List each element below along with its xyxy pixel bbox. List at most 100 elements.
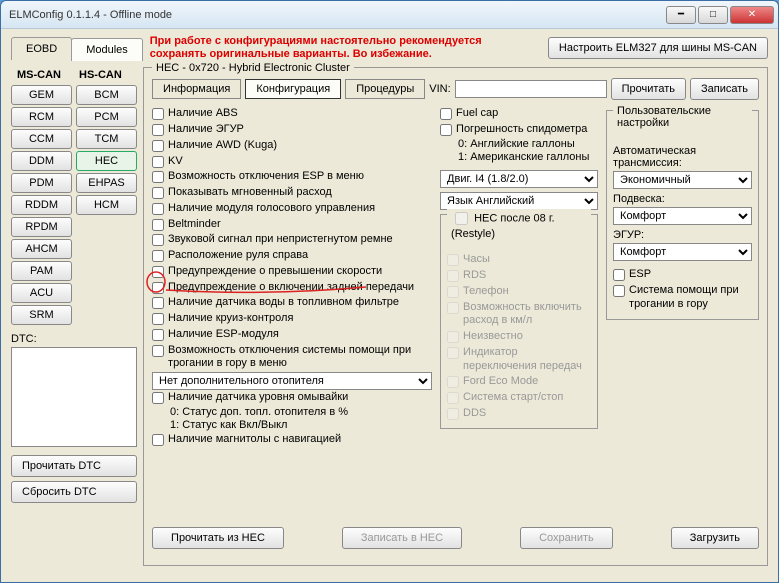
checkbox-option[interactable]: Beltminder	[152, 217, 432, 233]
module-ccm[interactable]: CCM	[11, 129, 72, 149]
module-rcm[interactable]: RCM	[11, 107, 72, 127]
checkbox	[447, 254, 459, 266]
restyle-checkbox[interactable]	[455, 212, 468, 225]
checkbox-option[interactable]: Возможность отключения ESP в меню	[152, 169, 432, 185]
window-title: ELMConfig 0.1.1.4 - Offline mode	[9, 9, 664, 21]
checkbox-label: Наличие датчика воды в топливном фильтре	[168, 296, 399, 310]
checkbox-option[interactable]: Наличие датчика воды в топливном фильтре	[152, 295, 432, 311]
checkbox-option[interactable]: Показывать мгновенный расход	[152, 185, 432, 201]
checkbox[interactable]	[152, 345, 164, 357]
info-text: 1: Американские галлоны	[440, 151, 598, 164]
checkbox-option[interactable]: Наличие модуля голосового управления	[152, 201, 432, 217]
checkbox[interactable]	[440, 124, 452, 136]
module-hec[interactable]: HEC	[76, 151, 137, 171]
checkbox-option[interactable]: Наличие ЭГУР	[152, 122, 432, 138]
checkbox[interactable]	[152, 108, 164, 120]
checkbox-option[interactable]: Система помощи при трогании в гору	[613, 283, 752, 313]
module-rddm[interactable]: RDDM	[11, 195, 72, 215]
module-pam[interactable]: PAM	[11, 261, 72, 281]
checkbox[interactable]	[152, 124, 164, 136]
checkbox[interactable]	[152, 434, 164, 446]
checkbox-label: Часы	[463, 253, 490, 267]
checkbox[interactable]	[152, 219, 164, 231]
checkbox-option[interactable]: Наличие ESP-модуля	[152, 327, 432, 343]
checkbox-option[interactable]: Расположение руля справа	[152, 248, 432, 264]
checkbox-label: DDS	[463, 407, 486, 421]
minimize-button[interactable]: ━	[666, 6, 696, 24]
checkbox[interactable]	[152, 392, 164, 404]
checkbox-option[interactable]: Предупреждение о превышении скорости	[152, 264, 432, 280]
clear-dtc-button[interactable]: Сбросить DTC	[11, 481, 137, 503]
checkbox-option[interactable]: Звуковой сигнал при непристегнутом ремне	[152, 232, 432, 248]
load-button[interactable]: Загрузить	[671, 527, 759, 549]
checkbox-option[interactable]: Fuel cap	[440, 106, 598, 122]
tab-modules[interactable]: Modules	[71, 38, 143, 61]
module-pdm[interactable]: PDM	[11, 173, 72, 193]
suspension-select[interactable]: Комфорт	[613, 207, 752, 225]
checkbox-label: Звуковой сигнал при непристегнутом ремне	[168, 233, 393, 247]
write-button[interactable]: Записать	[690, 78, 759, 100]
checkbox[interactable]	[152, 297, 164, 309]
checkbox[interactable]	[152, 250, 164, 262]
configure-elm-button[interactable]: Настроить ELM327 для шины MS-CAN	[548, 37, 768, 59]
checkbox[interactable]	[440, 108, 452, 120]
checkbox[interactable]	[152, 140, 164, 152]
egur-label: ЭГУР:	[613, 229, 752, 241]
module-group-title: HEC - 0x720 - Hybrid Electronic Cluster	[152, 62, 354, 74]
checkbox[interactable]	[152, 282, 164, 294]
dtc-list[interactable]	[11, 347, 137, 447]
transmission-select[interactable]: Экономичный	[613, 171, 752, 189]
checkbox-option[interactable]: Наличие магнитолы с навигацией	[152, 432, 432, 448]
module-ddm[interactable]: DDM	[11, 151, 72, 171]
checkbox[interactable]	[152, 313, 164, 325]
module-bcm[interactable]: BCM	[76, 85, 137, 105]
checkbox-option[interactable]: Предупреждение о включении задней переда…	[152, 280, 432, 296]
maximize-button[interactable]: □	[698, 6, 728, 24]
language-select[interactable]: Язык Английский	[440, 192, 598, 210]
module-srm[interactable]: SRM	[11, 305, 72, 325]
checkbox[interactable]	[152, 203, 164, 215]
checkbox-label: Наличие ЭГУР	[168, 123, 244, 137]
module-rpdm[interactable]: RPDM	[11, 217, 72, 237]
read-button[interactable]: Прочитать	[611, 78, 686, 100]
checkbox-option[interactable]: KV	[152, 154, 432, 170]
checkbox-option[interactable]: ESP	[613, 267, 752, 283]
module-tcm[interactable]: TCM	[76, 129, 137, 149]
read-from-hec-button[interactable]: Прочитать из HEC	[152, 527, 284, 549]
checkbox	[447, 392, 459, 404]
checkbox-option[interactable]: Погрешность спидометра	[440, 122, 598, 138]
module-ehpas[interactable]: EHPAS	[76, 173, 137, 193]
checkbox-label: Телефон	[463, 285, 509, 299]
module-hcm[interactable]: HCM	[76, 195, 137, 215]
checkbox-label: Наличие ABS	[168, 107, 238, 121]
egur-select[interactable]: Комфорт	[613, 243, 752, 261]
module-ahcm[interactable]: AHCM	[11, 239, 72, 259]
checkbox-option[interactable]: Наличие AWD (Kuga)	[152, 138, 432, 154]
checkbox[interactable]	[152, 234, 164, 246]
module-gem[interactable]: GEM	[11, 85, 72, 105]
subtab-info[interactable]: Информация	[152, 79, 241, 99]
vin-input[interactable]	[455, 80, 607, 98]
checkbox[interactable]	[152, 266, 164, 278]
module-pcm[interactable]: PCM	[76, 107, 137, 127]
checkbox-option[interactable]: Возможность отключения системы помощи пр…	[152, 343, 432, 373]
checkbox[interactable]	[613, 269, 625, 281]
checkbox-option[interactable]: Наличие датчика уровня омывайки	[152, 390, 432, 406]
subtab-config[interactable]: Конфигурация	[245, 79, 341, 99]
checkbox[interactable]	[152, 187, 164, 199]
heater-select[interactable]: Нет дополнительного отопителя	[152, 372, 432, 390]
checkbox[interactable]	[613, 285, 625, 297]
read-dtc-button[interactable]: Прочитать DTC	[11, 455, 137, 477]
subtab-procedures[interactable]: Процедуры	[345, 79, 425, 99]
tab-eobd[interactable]: EOBD	[11, 37, 72, 60]
checkbox[interactable]	[152, 329, 164, 341]
module-acu[interactable]: ACU	[11, 283, 72, 303]
checkbox-label: Предупреждение о превышении скорости	[168, 265, 382, 279]
checkbox-label: Расположение руля справа	[168, 249, 308, 263]
checkbox-option[interactable]: Наличие ABS	[152, 106, 432, 122]
engine-select[interactable]: Двиг. I4 (1.8/2.0)	[440, 170, 598, 188]
checkbox[interactable]	[152, 156, 164, 168]
checkbox[interactable]	[152, 171, 164, 183]
checkbox-option[interactable]: Наличие круиз-контроля	[152, 311, 432, 327]
close-button[interactable]: ✕	[730, 6, 774, 24]
